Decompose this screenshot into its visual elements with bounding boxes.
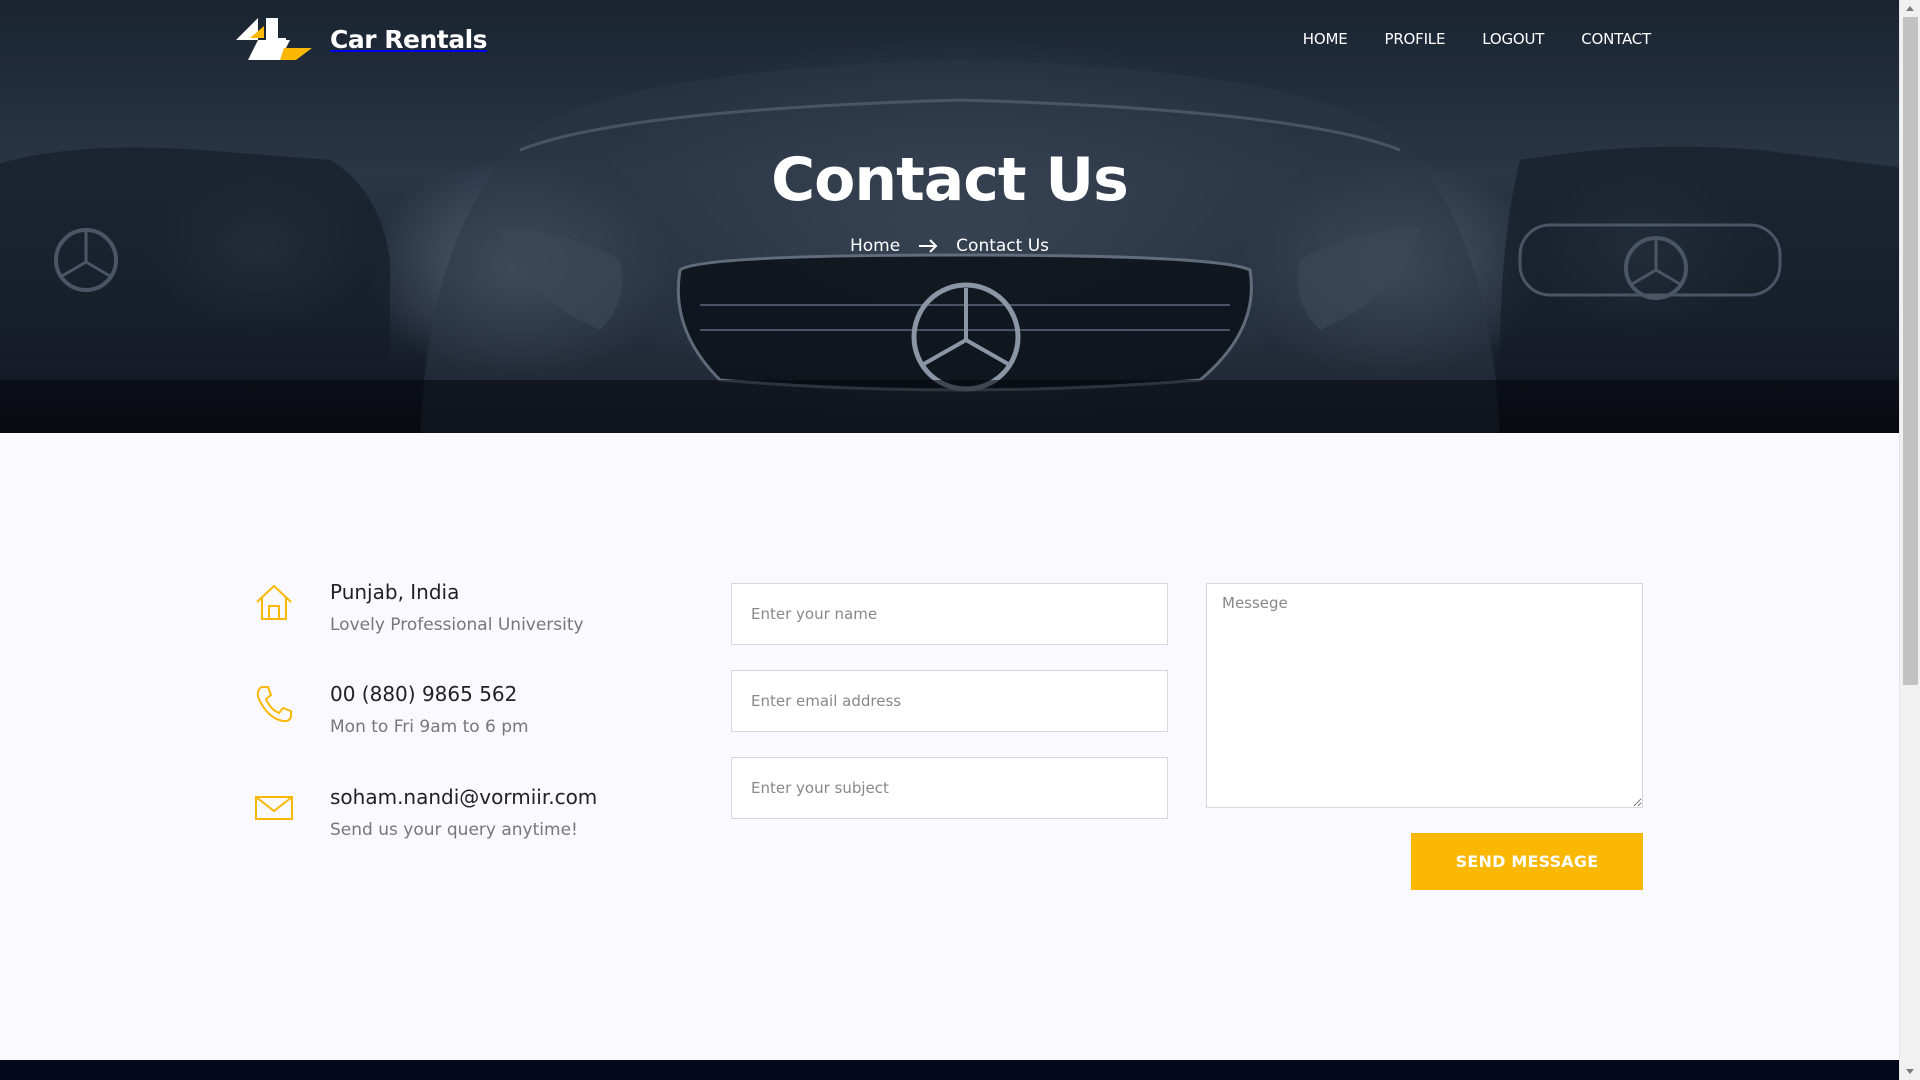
email-input[interactable] bbox=[731, 670, 1168, 732]
contact-page: Car Rentals HOME PROFILE LOGOUT CONTACT … bbox=[0, 0, 1920, 1080]
contact-address-title: Punjab, India bbox=[330, 580, 460, 604]
nav-logout[interactable]: LOGOUT bbox=[1482, 30, 1544, 48]
footer bbox=[0, 1060, 1899, 1080]
contact-phone-item: 00 (880) 9865 562 Mon to Fri 9am to 6 pm bbox=[254, 682, 674, 752]
send-message-button[interactable]: SEND MESSAGE bbox=[1411, 833, 1643, 890]
scroll-down-arrow-icon[interactable] bbox=[1906, 1069, 1914, 1074]
breadcrumb-home-link[interactable]: Home bbox=[850, 236, 900, 256]
brand-logo-link[interactable]: Car Rentals bbox=[236, 18, 488, 60]
contact-email-title: soham.nandi@vormiir.com bbox=[330, 785, 598, 809]
nav-profile[interactable]: PROFILE bbox=[1384, 30, 1445, 48]
name-input[interactable] bbox=[731, 583, 1168, 645]
message-textarea[interactable] bbox=[1206, 583, 1643, 808]
breadcrumb: Home Contact Us bbox=[0, 236, 1899, 256]
home-icon bbox=[256, 584, 292, 620]
hero-banner: Car Rentals HOME PROFILE LOGOUT CONTACT … bbox=[0, 0, 1899, 433]
arrow-right-icon bbox=[919, 239, 938, 253]
nav-contact[interactable]: CONTACT bbox=[1581, 30, 1651, 48]
scrollbar-thumb[interactable] bbox=[1903, 17, 1918, 685]
contact-address-subtitle: Lovely Professional University bbox=[330, 615, 584, 635]
contact-phone-title: 00 (880) 9865 562 bbox=[330, 682, 518, 706]
contact-phone-subtitle: Mon to Fri 9am to 6 pm bbox=[330, 717, 529, 737]
breadcrumb-current: Contact Us bbox=[956, 236, 1050, 256]
contact-email-item: soham.nandi@vormiir.com Send us your que… bbox=[254, 785, 674, 855]
phone-icon bbox=[256, 686, 292, 723]
scroll-up-arrow-icon[interactable] bbox=[1906, 6, 1914, 11]
contact-address-item: Punjab, India Lovely Professional Univer… bbox=[254, 580, 674, 650]
subject-input[interactable] bbox=[731, 757, 1168, 819]
contact-email-subtitle: Send us your query anytime! bbox=[330, 820, 578, 840]
page-title: Contact Us bbox=[771, 145, 1129, 215]
site-header: Car Rentals HOME PROFILE LOGOUT CONTACT bbox=[0, 0, 1899, 80]
envelope-icon bbox=[255, 796, 293, 820]
main-nav: HOME PROFILE LOGOUT CONTACT bbox=[1303, 30, 1651, 48]
nav-home[interactable]: HOME bbox=[1303, 30, 1348, 48]
car-rentals-logo-icon bbox=[236, 18, 312, 60]
page-scrollbar[interactable] bbox=[1899, 0, 1920, 1080]
brand-name: Car Rentals bbox=[330, 24, 488, 54]
